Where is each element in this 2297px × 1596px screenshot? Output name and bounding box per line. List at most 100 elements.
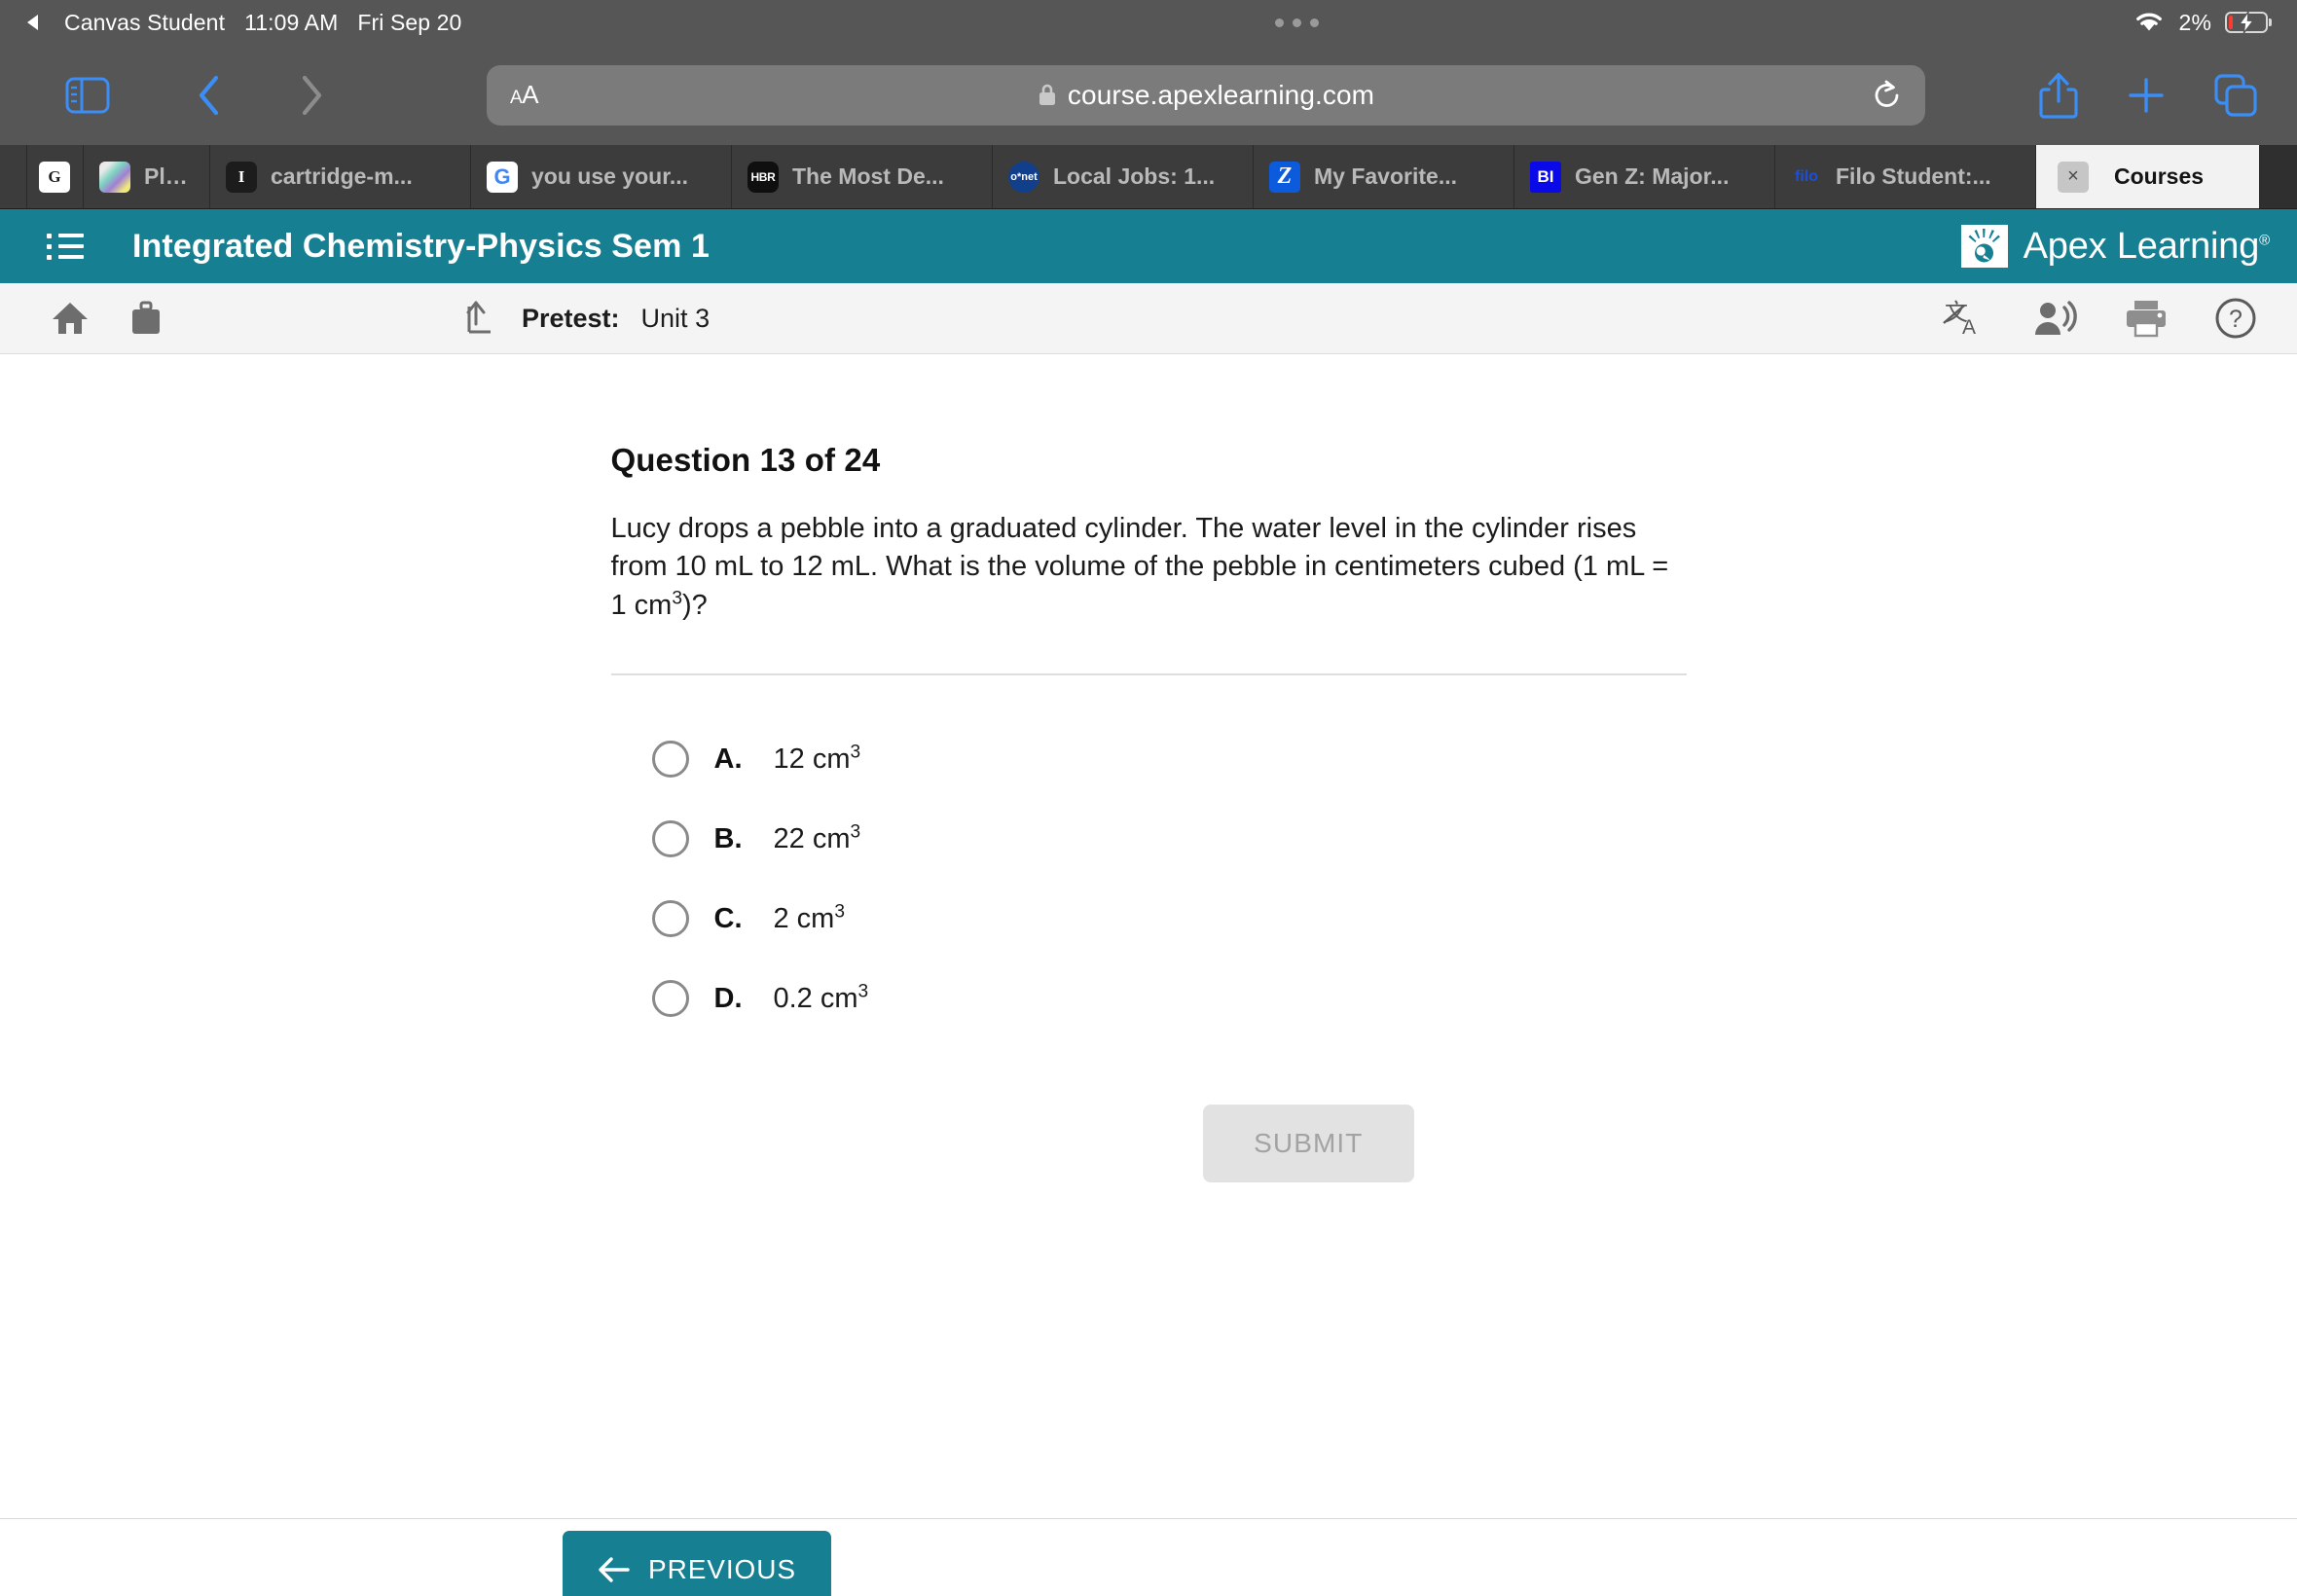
sub-toolbar-right: 文 A ? [1943,296,2258,341]
question-prompt-superscript: 3 [672,588,682,609]
share-icon[interactable] [2038,71,2079,120]
radio-button-c[interactable] [651,900,689,938]
google-favicon: G [487,161,518,193]
battery-percent-label: 2% [2178,9,2211,35]
tab-title: Courses [2114,163,2205,189]
question-container: Question 13 of 24 Lucy drops a pebble in… [610,354,1687,1183]
battery-charging-icon [2225,11,2268,34]
reload-icon[interactable] [1873,79,1902,112]
google-docs-favicon: G [39,161,70,193]
move-up-level-icon[interactable] [465,299,500,338]
hbr-favicon: HBR [747,161,779,193]
dynamic-dot-icon [1293,18,1301,27]
status-bar-center-dots [461,18,2132,27]
browser-tab[interactable]: filo Filo Student:... [1775,145,2036,208]
text-to-speech-icon[interactable] [2032,298,2079,339]
option-letter: B. [713,822,743,854]
radio-button-b[interactable] [651,820,689,858]
answer-option-d[interactable]: D. 0.2 cm3 [651,959,1687,1038]
question-page-body: Question 13 of 24 Lucy drops a pebble in… [0,354,2297,1518]
previous-button-label: PREVIOUS [648,1554,796,1584]
tabs-overview-icon[interactable] [2213,73,2258,118]
browser-tab[interactable]: o*net Local Jobs: 1... [993,145,1254,208]
question-prompt-text: Lucy drops a pebble into a graduated cyl… [610,513,1669,621]
option-value: 2 cm3 [773,901,845,934]
status-bar-time: 11:09 AM [244,9,339,35]
radio-button-d[interactable] [651,980,689,1018]
sub-toolbar-left [51,300,164,337]
option-letter: C. [713,902,743,934]
question-prompt: Lucy drops a pebble into a graduated cyl… [611,510,1687,625]
browser-tab[interactable]: HBR The Most De... [732,145,993,208]
apex-sunburst-logo [1960,225,2008,268]
browser-tab[interactable]: Z My Favorite... [1254,145,1514,208]
breadcrumb-value: Unit 3 [640,303,711,333]
browser-tab-active[interactable]: × Courses [2036,145,2260,208]
dynamic-dot-icon [1275,18,1284,27]
answer-options-list: A. 12 cm3 B. 22 cm3 C. 2 cm3 D. 0.2 cm3 [611,719,1687,1038]
svg-text:A: A [1962,316,1976,339]
svg-text:?: ? [2229,306,2242,333]
navigation-footer: PREVIOUS [0,1518,2297,1596]
app-header: Integrated Chemistry-Physics Sem 1 Apex … [0,209,2297,283]
zillow-favicon: Z [1269,161,1300,193]
answer-option-c[interactable]: C. 2 cm3 [651,879,1687,959]
browser-tab[interactable]: G you use your... [471,145,732,208]
onet-favicon: o*net [1008,161,1039,193]
ios-status-bar: Canvas Student 11:09 AM Fri Sep 20 2% [0,0,2297,45]
browser-tab[interactable]: I cartridge-m... [210,145,471,208]
page-zoom-aa-button[interactable]: AA [510,80,539,110]
address-bar-content: course.apexlearning.com [487,80,1925,111]
option-letter: D. [713,982,743,1014]
url-text: course.apexlearning.com [1067,79,1375,110]
battery-level-fill [2229,16,2233,29]
lock-icon [1039,84,1055,105]
home-icon[interactable] [51,300,90,337]
close-tab-icon[interactable]: × [2058,161,2089,193]
answer-option-b[interactable]: B. 22 cm3 [651,799,1687,879]
radio-button-a[interactable] [651,741,689,779]
previous-button[interactable]: PREVIOUS [563,1531,831,1596]
address-bar[interactable]: AA course.apexlearning.com [487,64,1925,126]
status-bar-left: Canvas Student 11:09 AM Fri Sep 20 [27,10,461,36]
breadcrumb: Pretest: Unit 3 [465,299,710,338]
plus-icon[interactable] [2126,75,2167,116]
help-circle-icon[interactable]: ? [2213,296,2258,341]
tab-title: The Most De... [792,163,944,189]
tab-title: Filo Student:... [1836,163,1991,189]
status-bar-right: 2% [2133,8,2268,38]
browser-tab[interactable]: BI Gen Z: Major... [1514,145,1775,208]
safari-toolbar-right [2038,71,2258,120]
tab-title: you use your... [531,163,689,189]
browser-tab-strip: G Play : I cartridge-m... G you use your… [0,145,2297,209]
translate-icon[interactable]: 文 A [1943,297,1987,340]
dynamic-dot-icon [1310,18,1319,27]
breadcrumb-label: Pretest: [522,303,620,333]
submit-button[interactable]: SUBMIT [1203,1105,1414,1183]
brand-name: Apex Learning® [2023,225,2271,267]
arrow-left-icon [599,1557,630,1582]
answer-option-a[interactable]: A. 12 cm3 [651,719,1687,799]
question-prompt-tail: )? [681,589,708,621]
hamburger-menu-icon[interactable] [47,233,84,260]
option-value: 12 cm3 [773,742,861,775]
page-title: Integrated Chemistry-Physics Sem 1 [132,227,710,265]
back-to-app-label[interactable]: Canvas Student [64,10,225,36]
filo-favicon: filo [1795,167,1818,185]
tab-title: cartridge-m... [271,163,413,189]
wifi-icon [2133,8,2166,38]
brand-logo: Apex Learning® [1959,223,2270,270]
browser-tab[interactable]: Play : [84,145,210,208]
tab-title: Local Jobs: 1... [1053,163,1216,189]
briefcase-icon[interactable] [128,300,164,337]
back-to-app-triangle-icon[interactable] [27,15,38,30]
business-insider-favicon: BI [1530,161,1561,193]
sidebar-icon[interactable] [54,61,122,129]
question-heading: Question 13 of 24 [610,442,881,478]
tab-strip-edge [0,145,27,208]
browser-tab[interactable]: G [27,145,84,208]
browser-back-button[interactable] [175,61,243,129]
option-letter: A. [713,743,743,775]
print-icon[interactable] [2124,298,2169,339]
browser-forward-button [277,61,346,129]
